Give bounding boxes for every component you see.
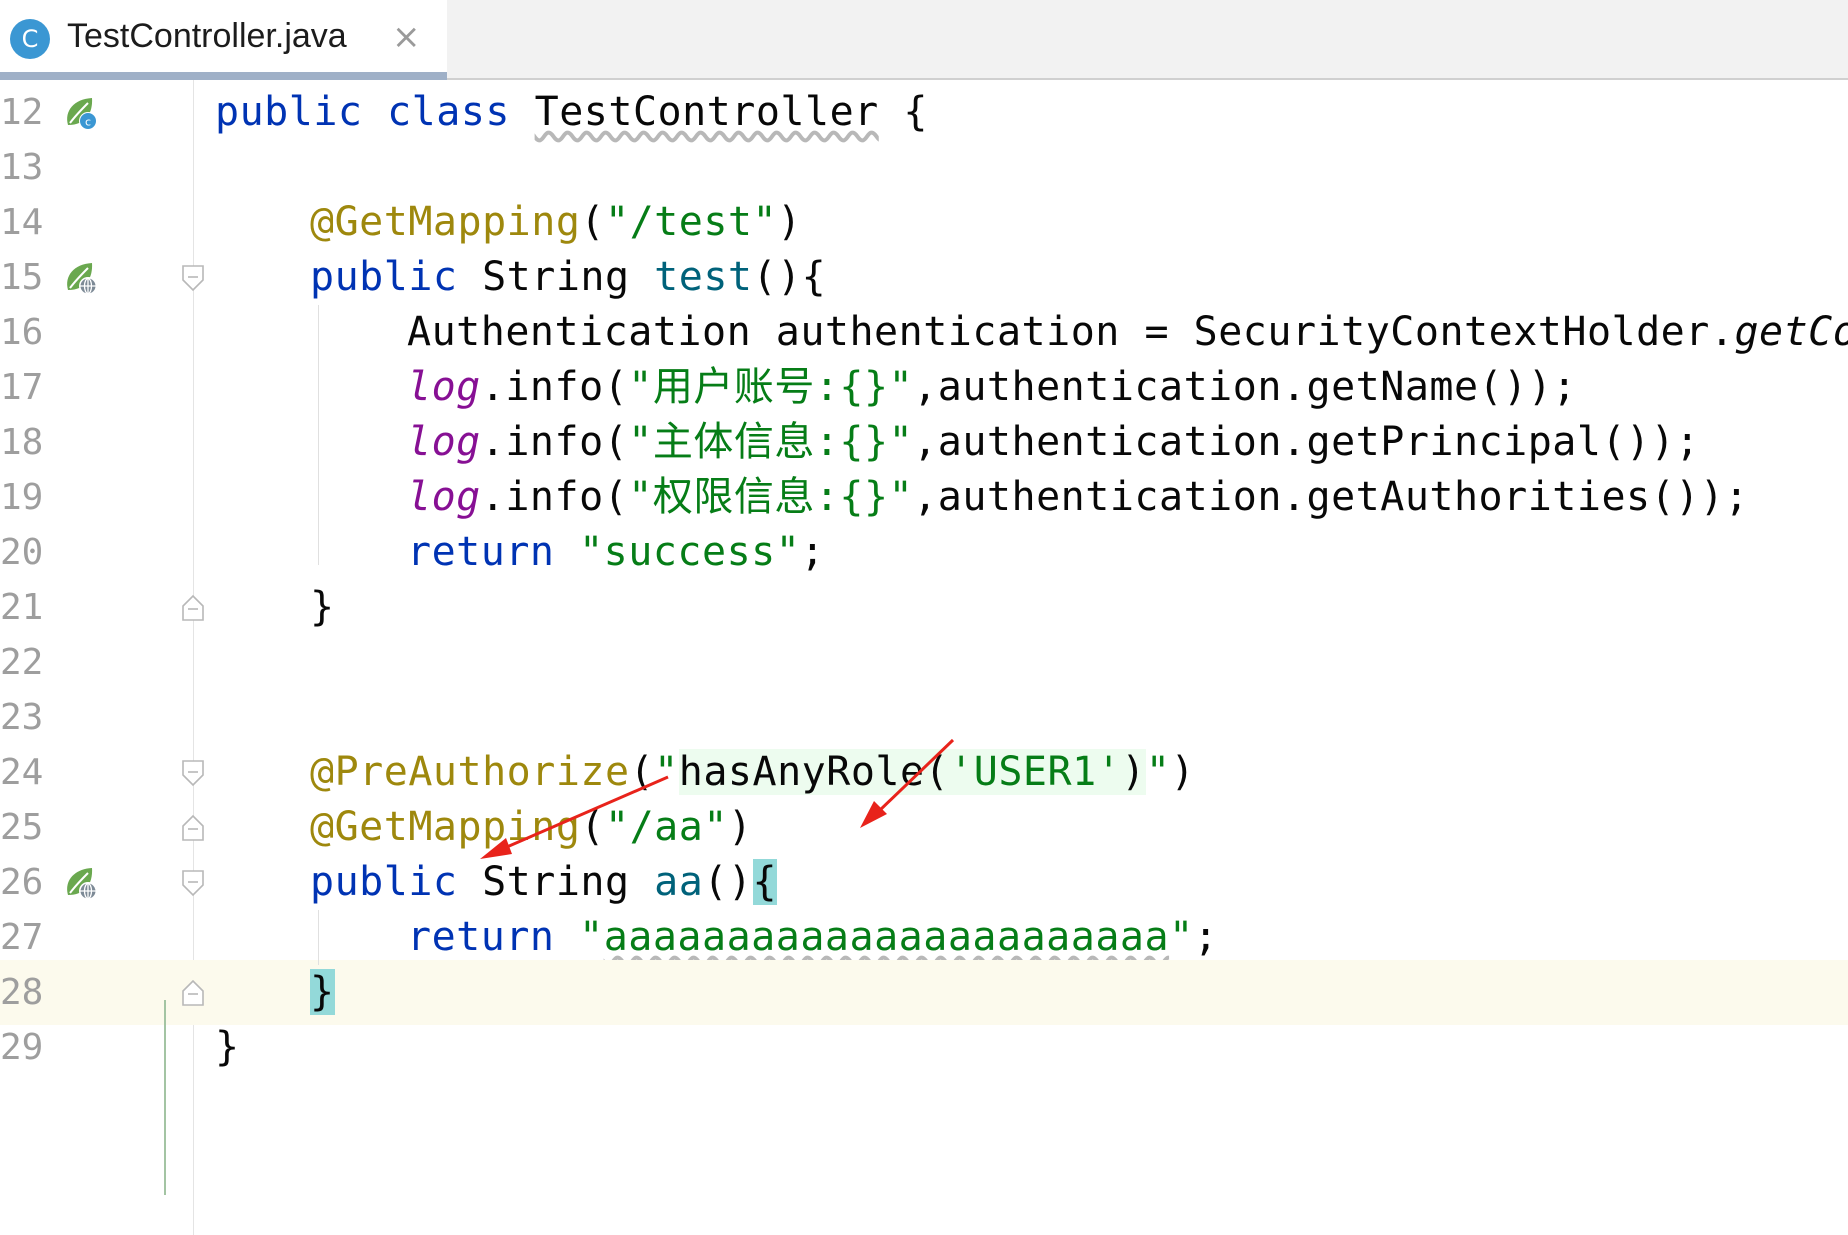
close-icon[interactable]: × (392, 17, 421, 57)
spel-expression: hasAnyRole('USER1') (678, 749, 1146, 795)
code-editor[interactable]: 12 c public class TestController { 13 14… (0, 80, 1848, 1235)
matched-brace: } (310, 969, 335, 1015)
java-class-icon: C (10, 19, 50, 59)
fold-icon[interactable] (181, 979, 205, 1007)
spring-web-endpoint-icon[interactable] (62, 865, 98, 901)
fold-icon[interactable] (181, 264, 205, 292)
tab-testcontroller[interactable]: C TestController.java × (0, 0, 447, 80)
svg-text:c: c (85, 116, 91, 129)
tab-title: TestController.java (67, 17, 347, 55)
indent-guide (318, 910, 319, 965)
matched-brace: { (752, 859, 778, 905)
code-line: 29 } (0, 1015, 1848, 1080)
code-text: } (215, 1024, 240, 1070)
editor-tab-bar: C TestController.java × (0, 0, 1848, 80)
fold-icon[interactable] (181, 594, 205, 622)
fold-icon[interactable] (181, 869, 205, 897)
line-number: 29 (0, 1027, 44, 1068)
fold-icon[interactable] (181, 814, 205, 842)
spring-web-endpoint-icon[interactable] (62, 260, 98, 296)
vcs-change-marker[interactable] (164, 1000, 166, 1195)
fold-icon[interactable] (181, 759, 205, 787)
indent-guide (318, 305, 319, 565)
spring-bean-class-icon[interactable]: c (62, 95, 98, 131)
